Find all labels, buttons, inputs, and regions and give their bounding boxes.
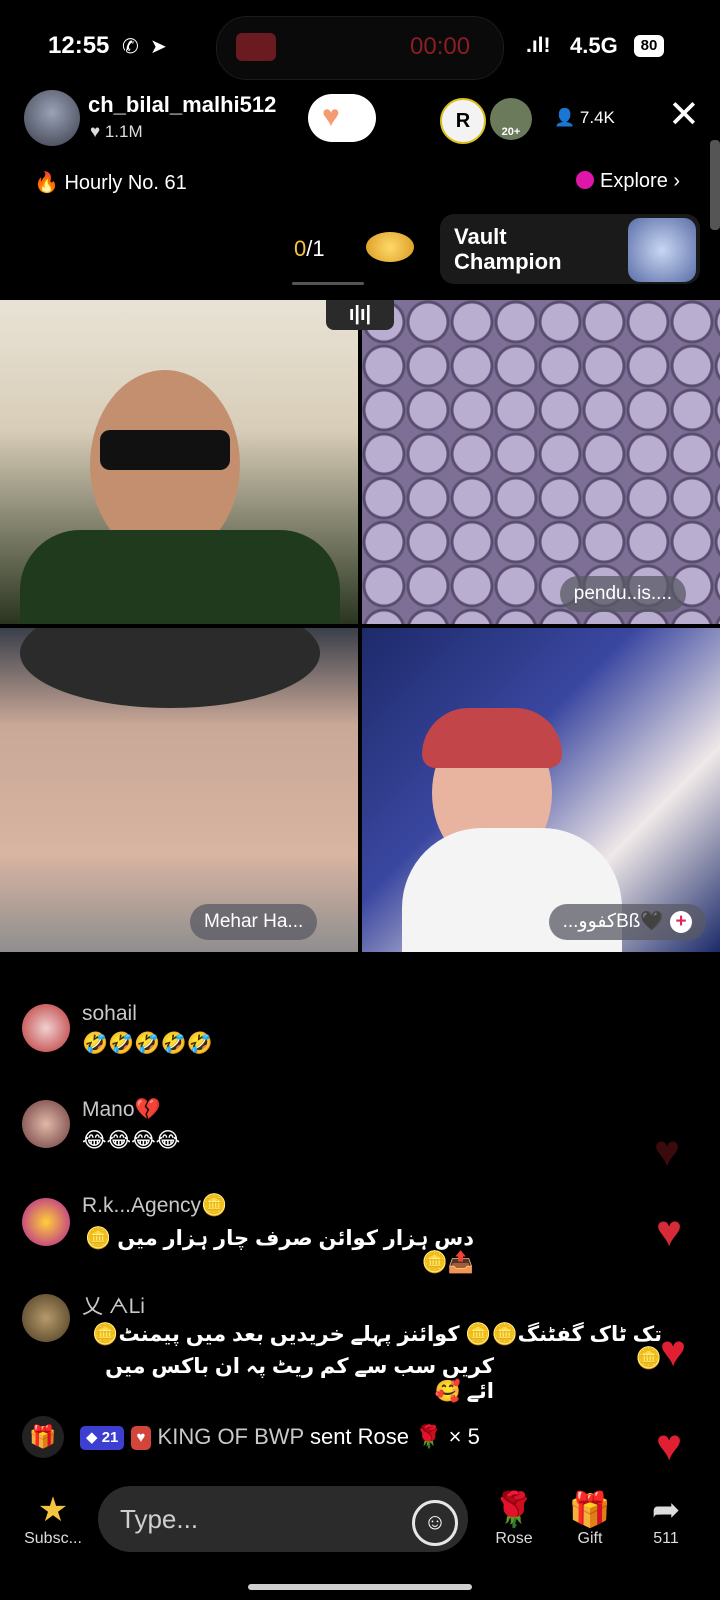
gift-action: sent Rose xyxy=(309,1424,410,1449)
floating-heart-icon: ♥ xyxy=(660,1327,687,1376)
guest-tile-4[interactable]: ...كفووBß🖤 + xyxy=(362,628,720,952)
follow-heart-icon: ♥ xyxy=(322,100,340,133)
guest-name-tag: Mehar Ha... xyxy=(190,904,318,940)
sunglasses xyxy=(100,430,230,470)
flame-icon: 🔥 xyxy=(34,172,65,194)
host-name[interactable]: ch_bilal_malhi512 xyxy=(88,92,276,118)
chevron-right-icon: › xyxy=(673,170,681,192)
guest-name-tag: ...كفووBß🖤 + xyxy=(548,904,706,940)
subscribe-button[interactable]: ★ Subsc... xyxy=(20,1490,86,1548)
commenter-name[interactable]: R.k...Agency🪙 xyxy=(82,1194,227,1218)
user-level-badge: ◆ 21 xyxy=(80,1426,125,1450)
video-camera-icon xyxy=(236,33,276,61)
explore-label: Explore xyxy=(600,170,668,192)
add-icon[interactable]: + xyxy=(670,911,692,933)
floating-heart-icon: ♥ xyxy=(654,1127,681,1176)
heart-icon: ♥ xyxy=(90,122,105,141)
share-button[interactable]: ➦ 511 xyxy=(638,1490,694,1548)
gift-sender[interactable]: KING OF BWP xyxy=(158,1424,304,1449)
gift-label: Gift xyxy=(577,1530,603,1547)
rose-icon: 🌹 xyxy=(415,1424,443,1449)
host-likes-count: 1.1M xyxy=(104,122,143,141)
network-type: 4.5G xyxy=(570,33,618,58)
side-drawer-handle[interactable] xyxy=(710,140,720,230)
guest-tile-3[interactable]: Mehar Ha... xyxy=(0,628,358,952)
commenter-avatar[interactable] xyxy=(22,1100,70,1148)
top-viewer-avatar[interactable]: R xyxy=(440,98,486,144)
vault-trophy-image xyxy=(628,218,696,282)
viewer-count[interactable]: 👤 7.4K xyxy=(554,108,615,128)
user-level: 21 xyxy=(101,1429,119,1446)
gift-box-icon[interactable]: 🎁 xyxy=(22,1416,64,1458)
commenter-name[interactable]: sohail xyxy=(82,1002,137,1026)
guest-video-grid: pendu..is.... Mehar Ha... ...كفووBß🖤 + xyxy=(0,300,720,952)
star-icon: ★ xyxy=(37,1491,69,1529)
commenter-name[interactable]: 乂 ᗅLi xyxy=(82,1290,145,1320)
gift-button[interactable]: 🎁 Gift xyxy=(562,1490,618,1548)
guest-name-tag: pendu..is.... xyxy=(559,576,686,612)
hourly-ranking-label: Hourly No. 61 xyxy=(64,172,187,194)
goal-total: /1 xyxy=(306,236,325,261)
guest-name: ...كفووBß🖤 xyxy=(562,911,664,932)
commenter-avatar[interactable] xyxy=(22,1004,70,1052)
comment-text: دس ہزار کوائن صرف چار ہزار میں 🪙📤🪙 xyxy=(85,1227,474,1274)
top-viewer-avatar-2[interactable]: 20+ xyxy=(490,98,532,140)
record-timer: 00:00 xyxy=(410,33,471,60)
gift-count: × 5 xyxy=(448,1424,480,1449)
guest-shirt xyxy=(20,530,340,624)
viewer-count-value: 7.4K xyxy=(579,108,615,127)
signal-icon: .ıl! xyxy=(526,34,551,57)
person-icon: 👤 xyxy=(554,108,580,127)
commenter-avatar[interactable] xyxy=(22,1294,70,1342)
emoji-icon[interactable]: ☺ xyxy=(412,1500,458,1546)
goal-current: 0 xyxy=(294,236,307,261)
follow-button[interactable] xyxy=(308,94,376,142)
telegram-icon: ➤ xyxy=(150,36,167,58)
comment-input-placeholder: Type... xyxy=(120,1504,199,1534)
vault-champion-label: Vault Champion xyxy=(454,224,562,274)
share-count: 511 xyxy=(653,1530,679,1547)
goal-progress[interactable]: 0/1 xyxy=(294,236,325,262)
explore-button[interactable]: Explore › xyxy=(576,170,680,193)
floating-heart-icon: ♥ xyxy=(656,1421,683,1470)
close-icon[interactable]: ✕ xyxy=(668,96,700,134)
commenter-avatar[interactable] xyxy=(22,1198,70,1246)
floating-heart-icon: ♥ xyxy=(656,1207,683,1256)
gift-icon: 🎁 xyxy=(568,1491,612,1529)
comment-text: کریں سب سے کم ریٹ پہ ان باکس میں ائے 🥰 xyxy=(105,1355,494,1403)
gift-notification: ◆ 21 ♥ KING OF BWP sent Rose 🌹 × 5 xyxy=(80,1424,480,1464)
goal-progress-bar xyxy=(292,282,364,285)
subscribe-label: Subsc... xyxy=(24,1530,82,1547)
guest-hair xyxy=(422,708,562,768)
rose-label: Rose xyxy=(495,1530,533,1547)
guest-hair xyxy=(20,628,320,708)
planet-icon[interactable] xyxy=(366,232,414,262)
guest-tile-2[interactable]: pendu..is.... xyxy=(362,300,720,624)
hourly-ranking[interactable]: 🔥 Hourly No. 61 xyxy=(34,170,187,195)
rose-gift-button[interactable]: 🌹 Rose xyxy=(486,1490,542,1548)
battery-level: 80 xyxy=(634,35,664,57)
audio-equalizer-icon[interactable]: ı|ı| xyxy=(326,300,394,330)
host-avatar[interactable] xyxy=(24,90,80,146)
whatsapp-icon: ✆ xyxy=(122,36,139,58)
host-likes: ♥ 1.1M xyxy=(90,122,143,142)
comment-text: 😂😂😂😂 xyxy=(82,1129,181,1152)
share-arrow-icon: ➦ xyxy=(651,1491,681,1529)
status-time: 12:55 xyxy=(48,32,110,59)
rose-icon: 🌹 xyxy=(492,1491,536,1529)
commenter-name[interactable]: Mano💔 xyxy=(82,1098,161,1122)
viewer-badge: 20+ xyxy=(501,126,521,138)
home-indicator[interactable] xyxy=(248,1584,472,1590)
comment-text: 🤣🤣🤣🤣🤣 xyxy=(82,1032,213,1055)
fan-badge-icon: ♥ xyxy=(130,1426,152,1450)
guest-tile-1[interactable] xyxy=(0,300,358,624)
explore-icon xyxy=(576,171,594,189)
